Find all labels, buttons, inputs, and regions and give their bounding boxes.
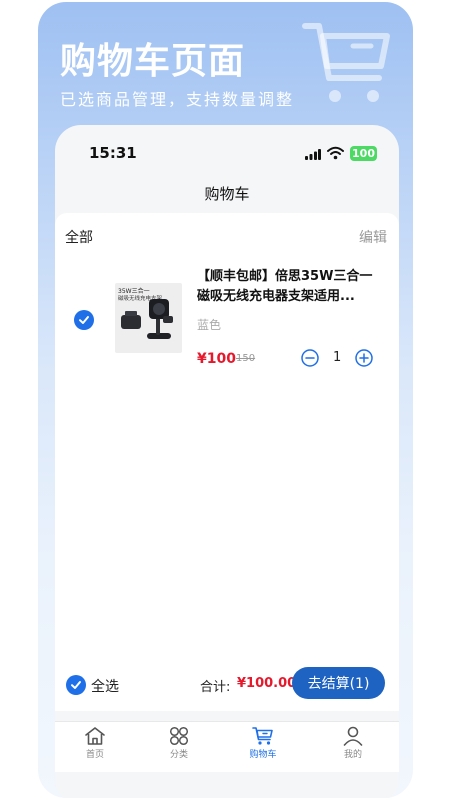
cart-content: 全部 编辑 35W三合一 磁吸无线充电支架 【顺丰包邮】倍思35W三合一磁吸无线… [55, 213, 399, 711]
total-label: 合计: [200, 680, 231, 695]
select-all-label[interactable]: 全选 [91, 676, 119, 696]
quantity-value: 1 [333, 350, 342, 365]
hero-title: 购物车页面 [60, 41, 246, 82]
product-spec: 蓝色 [197, 318, 222, 332]
cart-all-label: 全部 [65, 230, 93, 246]
tab-category[interactable]: 分类 [149, 726, 209, 760]
item-checkbox[interactable] [74, 310, 94, 330]
product-title[interactable]: 【顺丰包邮】倍思35W三合一磁吸无线充电器支架适用... [197, 267, 377, 307]
decrease-quantity-button[interactable] [301, 349, 319, 367]
signal-icon [305, 149, 321, 160]
edit-button[interactable]: 编辑 [359, 227, 387, 247]
battery-indicator: 100 [350, 146, 377, 161]
status-bar: 15:31 100 [55, 125, 399, 183]
phone-screen: 15:31 100 购物车 全部 编辑 35W三合一 磁吸无线充电支架 【顺丰包… [55, 125, 399, 798]
select-all-checkbox[interactable] [66, 675, 86, 695]
tab-bar: 首页 分类 购物车 我的 [55, 721, 399, 772]
tab-cart-label: 购物车 [249, 750, 277, 760]
product-image[interactable]: 35W三合一 磁吸无线充电支架 [115, 283, 182, 353]
cart-icon [252, 727, 273, 745]
tab-category-label: 分类 [169, 750, 188, 760]
total-value: ¥100.00 [237, 676, 297, 691]
showcase-card: 购物车页面 已选商品管理，支持数量调整 15:31 100 购物车 全部 编辑 [38, 2, 413, 798]
product-charger-graphic [121, 299, 173, 339]
user-icon [343, 726, 363, 746]
tab-profile[interactable]: 我的 [323, 726, 383, 760]
tab-home[interactable]: 首页 [65, 726, 125, 760]
checkout-button[interactable]: 去结算(1) [292, 667, 385, 699]
home-icon [85, 727, 105, 745]
tab-profile-label: 我的 [343, 750, 362, 760]
tab-home-label: 首页 [85, 750, 104, 760]
status-time: 15:31 [89, 144, 137, 162]
checkout-bar: 全选 合计: ¥100.00 去结算(1) [55, 661, 399, 707]
product-original-price: 150 [236, 353, 256, 364]
checkmark-icon [71, 681, 81, 689]
hero-subtitle: 已选商品管理，支持数量调整 [60, 90, 295, 109]
tab-cart[interactable]: 购物车 [233, 726, 293, 760]
increase-quantity-button[interactable] [355, 349, 373, 367]
category-icon [169, 726, 189, 746]
shopping-cart-icon [302, 23, 390, 102]
wifi-icon [327, 146, 344, 160]
page-title: 购物车 [204, 185, 250, 203]
checkmark-icon [79, 316, 89, 324]
product-price: ¥100 [197, 351, 236, 367]
